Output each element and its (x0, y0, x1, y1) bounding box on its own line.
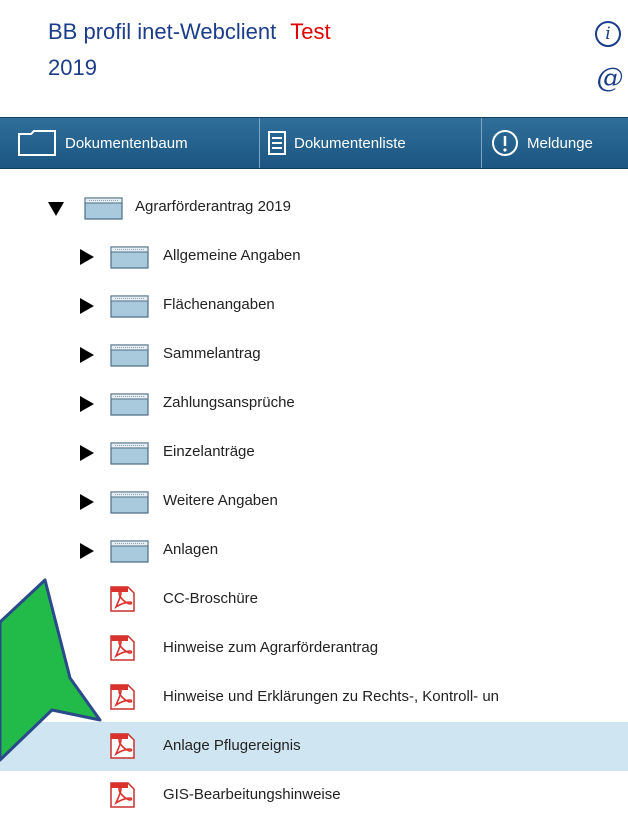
caret-down-icon[interactable] (48, 202, 64, 216)
folder-icon (110, 344, 149, 367)
tree-label[interactable]: Hinweise und Erklärungen zu Rechts-, Kon… (163, 688, 499, 706)
tree-label[interactable]: Weitere Angaben (163, 492, 278, 510)
tree-row-folder[interactable]: Sammelantrag (0, 330, 628, 379)
test-badge: Test (290, 19, 331, 44)
tree-row-folder[interactable]: Einzelanträge (0, 428, 628, 477)
document-list-label: Dokumentenliste (294, 134, 406, 152)
tree-row-folder[interactable]: Weitere Angaben (0, 477, 628, 526)
caret-right-icon[interactable] (80, 543, 94, 559)
list-icon (268, 131, 286, 155)
pdf-icon (110, 782, 135, 808)
document-tree-button[interactable]: Dokumentenbaum (0, 118, 260, 168)
folder-outline-icon (17, 130, 57, 156)
tree-row-root[interactable]: Agrarförderantrag 2019 (0, 183, 628, 232)
folder-icon (110, 246, 149, 269)
tree-label[interactable]: Hinweise zum Agrarförderantrag (163, 639, 378, 657)
tree-label[interactable]: Anlage Pflugereignis (163, 737, 301, 755)
folder-icon (110, 540, 149, 563)
folder-icon (110, 393, 149, 416)
app-title-text: BB profil inet-Webclient (48, 19, 277, 44)
caret-right-icon[interactable] (80, 347, 94, 363)
tree-label[interactable]: Agrarförderantrag 2019 (135, 198, 291, 216)
caret-right-icon[interactable] (80, 494, 94, 510)
folder-icon (110, 491, 149, 514)
app-title-year: 2019 (48, 55, 97, 80)
messages-button[interactable]: Meldunge (482, 118, 628, 168)
caret-right-icon[interactable] (80, 445, 94, 461)
document-list-button[interactable]: Dokumentenliste (260, 118, 482, 168)
info-icon[interactable]: i (595, 21, 621, 47)
tree-row-folder[interactable]: Allgemeine Angaben (0, 232, 628, 281)
tree-label[interactable]: GIS-Bearbeitungshinweise (163, 786, 341, 804)
tree-label[interactable]: Flächenangaben (163, 296, 275, 314)
folder-icon (84, 197, 123, 220)
tree-row-folder[interactable]: Zahlungsansprüche (0, 379, 628, 428)
toolbar: Dokumentenbaum Dokumentenliste Meldunge (0, 117, 628, 169)
annotation-arrow-icon (0, 578, 102, 762)
messages-label: Meldunge (527, 134, 593, 152)
caret-right-icon[interactable] (80, 249, 94, 265)
tree-label[interactable]: Anlagen (163, 541, 218, 559)
tree-label[interactable]: Sammelantrag (163, 345, 261, 363)
app-title: BB profil inet-Webclient Test 2019 (48, 14, 468, 86)
alert-circle-icon (491, 129, 519, 157)
tree-row-folder[interactable]: Flächenangaben (0, 281, 628, 330)
tree-label[interactable]: Allgemeine Angaben (163, 247, 301, 265)
caret-right-icon[interactable] (80, 396, 94, 412)
folder-icon (110, 442, 149, 465)
tree-row-folder[interactable]: Anlagen (0, 526, 628, 575)
email-icon[interactable]: @ (595, 64, 625, 94)
tree-label[interactable]: CC-Broschüre (163, 590, 258, 608)
folder-icon (110, 295, 149, 318)
tree-label[interactable]: Einzelanträge (163, 443, 255, 461)
tree-label[interactable]: Zahlungsansprüche (163, 394, 295, 412)
tree-row-document[interactable]: GIS-Bearbeitungshinweise (0, 771, 628, 820)
document-tree-label: Dokumentenbaum (65, 134, 188, 152)
caret-right-icon[interactable] (80, 298, 94, 314)
